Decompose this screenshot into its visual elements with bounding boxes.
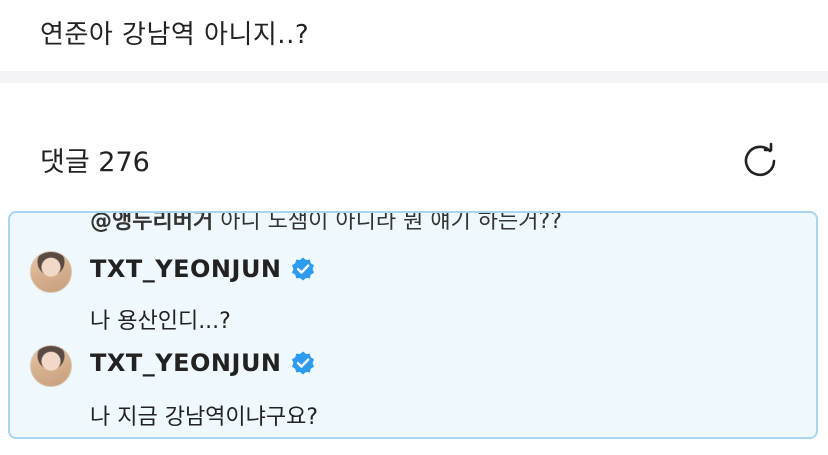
verified-badge-icon xyxy=(290,350,316,376)
post-title: 연준아 강남역 아니지..? xyxy=(40,20,310,50)
verified-badge-icon xyxy=(290,256,316,282)
refresh-icon xyxy=(744,142,776,177)
mention-link[interactable]: @앵두리버거 xyxy=(90,213,213,234)
refresh-button[interactable] xyxy=(738,139,782,179)
reply-context: @앵두리버거 아니 노샘이 아니라 뭔 얘기 하는거?? xyxy=(90,211,562,235)
comment-text: 나 용산인디...? xyxy=(90,309,231,334)
highlighted-comment-thread: @앵두리버거 아니 노샘이 아니라 뭔 얘기 하는거?? TXT_YEONJUN… xyxy=(8,211,818,439)
section-divider xyxy=(0,71,828,83)
avatar[interactable] xyxy=(30,251,72,293)
reply-context-text: 아니 노샘이 아니라 뭔 얘기 하는거?? xyxy=(213,211,562,234)
author-name: TXT_YEONJUN xyxy=(90,349,282,377)
comment-author[interactable]: TXT_YEONJUN xyxy=(90,349,316,377)
comments-count-header: 댓글 276 xyxy=(40,147,150,178)
avatar[interactable] xyxy=(30,345,72,387)
comment-author[interactable]: TXT_YEONJUN xyxy=(90,255,316,283)
comment-text: 나 지금 강남역이냐구요? xyxy=(90,405,319,430)
author-name: TXT_YEONJUN xyxy=(90,255,282,283)
